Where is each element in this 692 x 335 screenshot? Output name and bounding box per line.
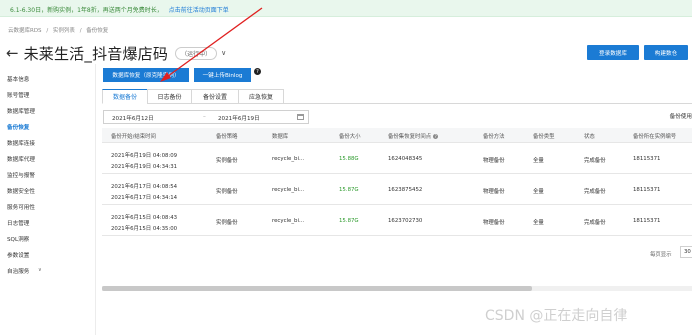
col-database: 数据库: [272, 134, 289, 140]
start-date[interactable]: 2021年6月12日: [112, 114, 154, 122]
promo-banner: 6.1-6.30日，新购实例，1年8折，再送两个月免费时长， 点击前往活动页面下单: [0, 0, 692, 17]
backup-status: 完成备份: [584, 189, 606, 195]
calendar-icon[interactable]: [297, 114, 304, 120]
sidebar: 基本信息 账号管理 数据库管理 备份恢复 数据库连接 数据库代理 监控与报警 数…: [0, 70, 96, 335]
sidebar-item-databases[interactable]: 数据库管理: [7, 107, 35, 115]
col-instance-id: 备份所在实例编号: [633, 134, 677, 140]
backup-method: 物理备份: [483, 189, 505, 195]
help-icon[interactable]: ?: [254, 68, 261, 75]
backup-database: recycle_bi...: [272, 156, 305, 162]
sidebar-item-backup-restore[interactable]: 备份恢复: [7, 123, 29, 131]
restore-database-button[interactable]: 数据库恢复（原克隆实例）: [103, 68, 189, 82]
breadcrumb-current: 备份恢复: [86, 28, 109, 34]
col-restore-point: 备份集恢复时间点?: [388, 132, 439, 140]
col-size: 备份大小: [339, 134, 361, 140]
backup-database: recycle_bi...: [272, 187, 305, 193]
breadcrumb-sep: /: [79, 28, 82, 34]
col-policy: 备份策略: [216, 134, 238, 140]
tab-log-backup[interactable]: 日志备份: [147, 89, 192, 104]
help-icon[interactable]: ?: [433, 134, 439, 139]
backup-size: 15.87G: [339, 218, 359, 224]
backup-method: 物理备份: [483, 158, 505, 164]
date-separator: –: [203, 114, 206, 120]
backup-start: 2021年6月15日 04:08:43: [111, 215, 178, 221]
sidebar-item-logs[interactable]: 日志管理: [7, 219, 29, 227]
build-warehouse-button[interactable]: 构建数仓: [644, 45, 688, 60]
breadcrumb-rds[interactable]: 云数据库RDS: [8, 28, 42, 34]
tab-data-backup[interactable]: 数据备份: [102, 89, 148, 104]
table-row: 2021年6月19日 04:08:09 2021年6月19日 04:34:31 …: [102, 145, 692, 174]
backup-usage-label: 备份使用: [669, 114, 692, 120]
backup-end: 2021年6月15日 04:35:00: [111, 226, 178, 232]
backup-type: 全量: [533, 220, 544, 226]
date-range-picker[interactable]: 2021年6月12日 – 2021年6月19日: [103, 110, 309, 124]
breadcrumb: 云数据库RDS / 实例列表 / 备份恢复: [8, 26, 111, 34]
sidebar-item-availability[interactable]: 服务可用性: [7, 203, 35, 211]
backup-end: 2021年6月17日 04:34:14: [111, 195, 178, 201]
page-size-label: 每页显示: [650, 252, 672, 258]
breadcrumb-sep: /: [46, 28, 49, 34]
horizontal-scrollbar-thumb[interactable]: [102, 286, 532, 291]
csdn-watermark: CSDN @正在走向自律: [485, 308, 628, 324]
breadcrumb-instances[interactable]: 实例列表: [53, 28, 75, 34]
sidebar-item-basic-info[interactable]: 基本信息: [7, 75, 29, 83]
tab-backup-settings[interactable]: 备份设置: [191, 89, 239, 104]
instance-id: 18115371: [633, 156, 661, 162]
tab-bar: 数据备份 日志备份 备份设置 应急恢复: [102, 89, 284, 104]
restore-point: 1624048345: [388, 156, 423, 162]
backup-status: 完成备份: [584, 158, 606, 164]
status-badge: （运行中）: [175, 46, 218, 60]
backup-status: 完成备份: [584, 220, 606, 226]
backup-policy: 实例备份: [216, 220, 238, 226]
page-header: ← 未莱生活_抖音爆店码 （运行中） ∨: [6, 43, 226, 63]
sidebar-item-sql-insight[interactable]: SQL洞察: [7, 235, 29, 243]
backup-type: 全量: [533, 189, 544, 195]
instance-id: 18115371: [633, 187, 661, 193]
page-title: 未莱生活_抖音爆店码: [23, 44, 169, 63]
sidebar-item-security[interactable]: 数据安全性: [7, 187, 35, 195]
promo-link[interactable]: 点击前往活动页面下单: [169, 5, 229, 14]
tab-emergency-recovery[interactable]: 应急恢复: [238, 89, 284, 104]
page-size-select[interactable]: 30: [680, 246, 692, 258]
sidebar-item-parameters[interactable]: 参数设置: [7, 251, 29, 259]
restore-point: 1623702730: [388, 218, 423, 224]
backup-start: 2021年6月17日 04:08:54: [111, 184, 178, 190]
backup-policy: 实例备份: [216, 189, 238, 195]
sidebar-item-monitoring[interactable]: 监控与报警: [7, 171, 35, 179]
backup-policy: 实例备份: [216, 158, 238, 164]
sidebar-item-autonomy[interactable]: 自治服务: [7, 267, 29, 275]
table-row: 2021年6月15日 04:08:43 2021年6月15日 04:35:00 …: [102, 207, 692, 236]
promo-text: 6.1-6.30日，新购实例，1年8折，再送两个月免费时长， 点击前往活动页面下单: [10, 5, 235, 14]
sidebar-item-connection[interactable]: 数据库连接: [7, 139, 35, 147]
login-database-button[interactable]: 登录数据库: [587, 45, 639, 60]
upload-binlog-button[interactable]: 一键上传Binlog: [194, 68, 251, 82]
col-type: 备份类型: [533, 134, 555, 140]
back-arrow-icon[interactable]: ←: [6, 45, 19, 61]
backup-end: 2021年6月19日 04:34:31: [111, 164, 178, 170]
col-method: 备份方法: [483, 134, 505, 140]
backup-size: 15.88G: [339, 156, 359, 162]
col-status: 状态: [584, 134, 595, 140]
promo-message: 6.1-6.30日，新购实例，1年8折，再送两个月免费时长，: [10, 7, 163, 14]
backup-type: 全量: [533, 158, 544, 164]
chevron-down-icon[interactable]: ∨: [221, 49, 226, 57]
table-header: 备份开始/结束时间 备份策略 数据库 备份大小 备份集恢复时间点? 备份方法 备…: [102, 128, 692, 143]
restore-point: 1623875452: [388, 187, 423, 193]
sidebar-item-proxy[interactable]: 数据库代理: [7, 155, 35, 163]
chevron-down-icon[interactable]: ∨: [38, 267, 42, 273]
end-date[interactable]: 2021年6月19日: [218, 114, 260, 122]
backup-start: 2021年6月19日 04:08:09: [111, 153, 178, 159]
backup-method: 物理备份: [483, 220, 505, 226]
table-row: 2021年6月17日 04:08:54 2021年6月17日 04:34:14 …: [102, 176, 692, 205]
backup-size: 15.87G: [339, 187, 359, 193]
sidebar-item-accounts[interactable]: 账号管理: [7, 91, 29, 99]
col-restore-point-label: 备份集恢复时间点: [388, 134, 432, 140]
backup-database: recycle_bi...: [272, 218, 305, 224]
instance-id: 18115371: [633, 218, 661, 224]
col-start-end-time: 备份开始/结束时间: [111, 134, 156, 140]
